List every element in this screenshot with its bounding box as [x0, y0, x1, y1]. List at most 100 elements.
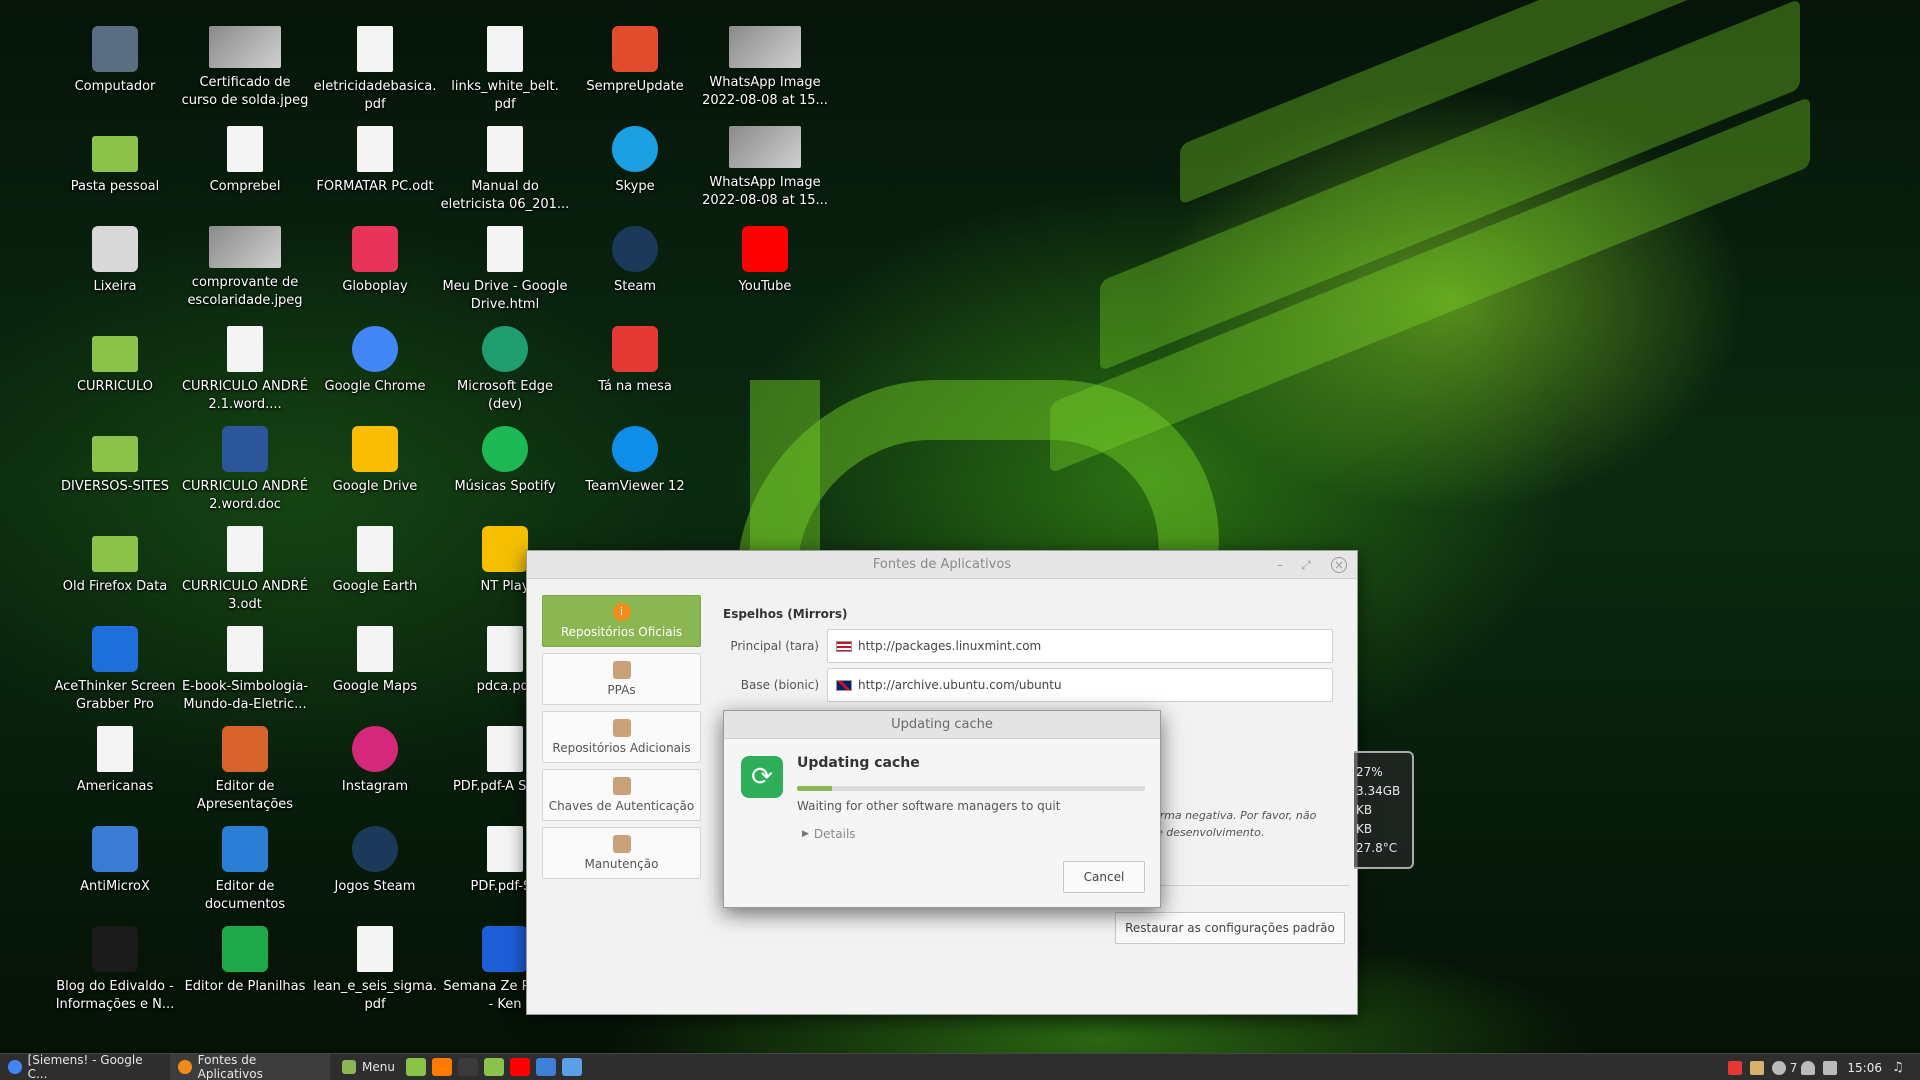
music-note-icon[interactable]: ♫: [1892, 1060, 1906, 1075]
shield-icon[interactable]: [1727, 1060, 1742, 1075]
youtube-icon[interactable]: [509, 1058, 530, 1076]
desktop-icon[interactable]: Google Maps: [310, 626, 440, 722]
firefox-icon[interactable]: [431, 1058, 452, 1076]
taskbar-window-chrome[interactable]: [Siemens! - Google C...: [0, 1053, 170, 1080]
taskbar-window-software-sources[interactable]: Fontes de Aplicativos: [170, 1053, 330, 1080]
sidebar-item-auth-keys[interactable]: Chaves de Autenticação: [542, 769, 701, 821]
minimize-icon[interactable]: –: [1271, 556, 1289, 574]
blog-icon: [92, 926, 138, 972]
desklet-line: KB: [1356, 822, 1373, 836]
pdf-icon: [487, 726, 523, 772]
details-expander[interactable]: ▶ Details: [802, 827, 856, 841]
screenshot-icon[interactable]: [561, 1058, 582, 1076]
desktop-icon[interactable]: Comprebel: [180, 126, 310, 222]
desktop-icon[interactable]: Editor de Planilhas: [180, 926, 310, 1022]
edge-icon[interactable]: [535, 1058, 556, 1076]
user-icon[interactable]: [1801, 1060, 1816, 1075]
word-icon: [222, 426, 268, 472]
terminal-icon[interactable]: [457, 1058, 478, 1076]
desktop-icon[interactable]: Pasta pessoal: [50, 126, 180, 222]
desktop-icon-label: Steam: [614, 279, 656, 294]
sidebar-item-ppas[interactable]: PPAs: [542, 653, 701, 705]
main-mirror-label: Principal (tara): [730, 639, 819, 653]
desktop-icon-label: TeamViewer 12: [585, 479, 685, 494]
pdf-icon: [487, 826, 523, 872]
restore-defaults-button[interactable]: Restaurar as configurações padrão: [1115, 912, 1345, 944]
desktop-icon[interactable]: Skype: [570, 126, 700, 222]
desktop-icon[interactable]: E-book-Simbologia-Mundo-da-Eletric...: [180, 626, 310, 722]
maximize-icon[interactable]: ⤢: [1297, 556, 1315, 574]
desktop-icon[interactable]: Tá na mesa: [570, 326, 700, 422]
close-icon[interactable]: ×: [1331, 557, 1347, 573]
desktop-icon[interactable]: Meu Drive - Google Drive.html: [440, 226, 570, 322]
menu-button[interactable]: Menu: [334, 1054, 403, 1080]
desktop-icon[interactable]: AntiMicroX: [50, 826, 180, 922]
document-icon: [357, 126, 393, 172]
folder-icon[interactable]: [483, 1058, 504, 1076]
image-thumbnail: [729, 26, 801, 68]
cancel-button[interactable]: Cancel: [1063, 861, 1145, 893]
desktop-icon-label: Instagram: [341, 779, 409, 794]
taskbar-window-label: [Siemens! - Google C...: [27, 1053, 143, 1080]
desktop-icon[interactable]: links_white_belt. pdf: [440, 26, 570, 122]
desktop-icon[interactable]: WhatsApp Image 2022-08-08 at 15...: [700, 126, 830, 222]
partial-text-line: forma negativa. Por favor, não: [1149, 809, 1317, 822]
uk-flag-icon: [836, 679, 852, 691]
desktop-icon[interactable]: YouTube: [700, 226, 830, 322]
writer-icon: [222, 826, 268, 872]
sidebar-item-official-repos[interactable]: i Repositórios Oficiais: [542, 595, 701, 647]
dialog-titlebar[interactable]: Updating cache: [724, 711, 1160, 739]
desktop-icon[interactable]: WhatsApp Image 2022-08-08 at 15...: [700, 26, 830, 122]
desktop-icon[interactable]: lean_e_seis_sigma. pdf: [310, 926, 440, 1022]
desktop-icon[interactable]: Google Earth: [310, 526, 440, 622]
system-tray: 7 15:06 ♫: [1724, 1054, 1910, 1080]
desktop-icon[interactable]: CURRICULO ANDRÉ 2.word.doc: [180, 426, 310, 522]
desktop-icon[interactable]: Computador: [50, 26, 180, 122]
system-monitor-desklet: 27% 3.34GB KB KB 27.8°C: [1354, 751, 1414, 869]
desktop-icon[interactable]: eletricidadebasica. pdf: [310, 26, 440, 122]
base-mirror-button[interactable]: http://archive.ubuntu.com/ubuntu: [827, 668, 1333, 702]
desktop-icon[interactable]: Instagram: [310, 726, 440, 822]
desktop-icon[interactable]: SempreUpdate: [570, 26, 700, 122]
desktop-icon[interactable]: Jogos Steam: [310, 826, 440, 922]
desktop-icon[interactable]: Lixeira: [50, 226, 180, 322]
desktop-icon[interactable]: Steam: [570, 226, 700, 322]
desktop-icon[interactable]: Músicas Spotify: [440, 426, 570, 522]
files-icon[interactable]: [405, 1058, 426, 1076]
desktop-icon[interactable]: Certificado de curso de solda.jpeg: [180, 26, 310, 122]
desktop-icon[interactable]: DIVERSOS-SITES: [50, 426, 180, 522]
update-manager-icon[interactable]: [1749, 1060, 1764, 1075]
sidebar-item-maintenance[interactable]: Manutenção: [542, 827, 701, 879]
desktop-icon[interactable]: Microsoft Edge (dev): [440, 326, 570, 422]
notifications-icon[interactable]: [1771, 1060, 1786, 1075]
desktop-icon-label: Comprebel: [209, 179, 281, 194]
calc-icon: [222, 926, 268, 972]
clock[interactable]: 15:06: [1847, 1061, 1882, 1075]
desktop-icon[interactable]: CURRICULO ANDRÉ 3.odt: [180, 526, 310, 622]
desktop-icon[interactable]: CURRICULO ANDRÉ 2.1.word....: [180, 326, 310, 422]
desktop-icon[interactable]: Google Chrome: [310, 326, 440, 422]
desktop-icon-label: eletricidadebasica. pdf: [313, 79, 437, 112]
desktop-icon[interactable]: FORMATAR PC.odt: [310, 126, 440, 222]
desktop-icon[interactable]: Americanas: [50, 726, 180, 822]
desktop-icon-label: CURRICULO ANDRÉ 2.1.word....: [181, 379, 309, 412]
window-titlebar[interactable]: Fontes de Aplicativos – ⤢ ×: [527, 551, 1357, 579]
desktop-icon[interactable]: comprovante de escolaridade.jpeg: [180, 226, 310, 322]
desktop-icon[interactable]: Google Drive: [310, 426, 440, 522]
desktop-icon[interactable]: Blog do Edivaldo - Informações e N...: [50, 926, 180, 1022]
partially-hidden-text: forma negativa. Por favor, não de desenv…: [1149, 807, 1349, 841]
desktop-icon[interactable]: Editor de Apresentações: [180, 726, 310, 822]
sidebar-item-additional-repos[interactable]: Repositórios Adicionais: [542, 711, 701, 763]
desktop-icon[interactable]: TeamViewer 12: [570, 426, 700, 522]
main-mirror-button[interactable]: http://packages.linuxmint.com: [827, 629, 1333, 663]
desktop-icon[interactable]: Old Firefox Data: [50, 526, 180, 622]
base-mirror-label: Base (bionic): [740, 678, 819, 692]
network-icon[interactable]: [1823, 1060, 1838, 1075]
desktop-icon[interactable]: CURRICULO: [50, 326, 180, 422]
desktop-icon[interactable]: Editor de documentos: [180, 826, 310, 922]
desktop-icon[interactable]: Globoplay: [310, 226, 440, 322]
desktop-icon[interactable]: AceThinker Screen Grabber Pro: [50, 626, 180, 722]
globoplay-icon: [352, 226, 398, 272]
desklet-line: KB: [1356, 803, 1373, 817]
desktop-icon[interactable]: Manual do eletricista 06_201...: [440, 126, 570, 222]
